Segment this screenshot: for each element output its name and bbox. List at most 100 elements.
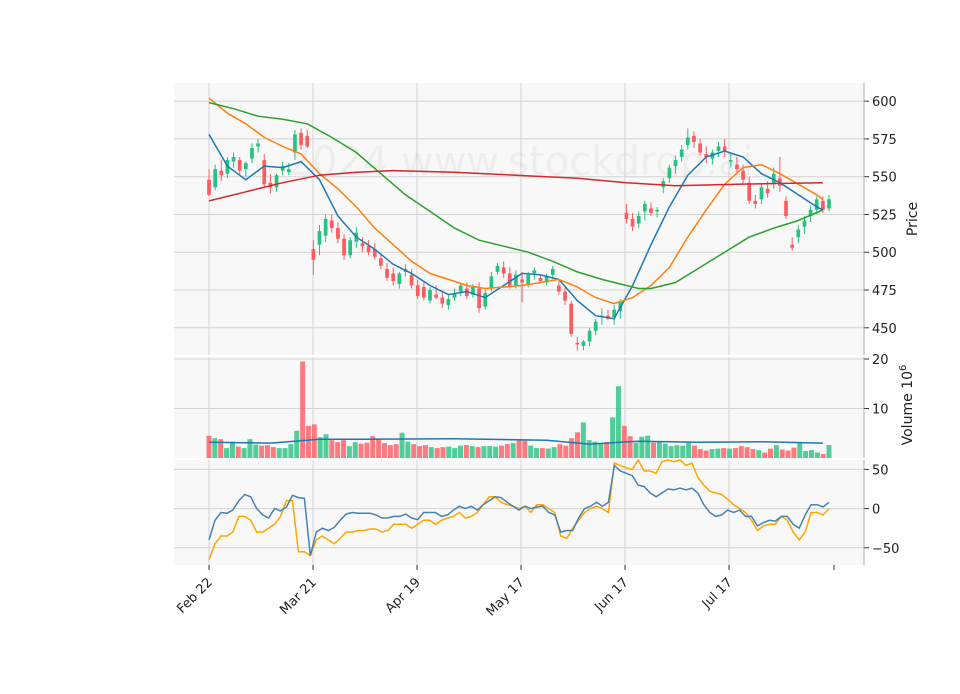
candle-body (624, 212, 629, 219)
volume-bar (744, 447, 750, 458)
oscillator-axis-tick-label: −50 (872, 542, 899, 557)
candle-body (342, 238, 346, 256)
candle-body (759, 187, 764, 200)
volume-bar (481, 446, 487, 458)
volume-bar (703, 450, 709, 458)
volume-bar (428, 447, 434, 458)
volume-bar (645, 435, 651, 458)
volume-bar (808, 450, 814, 458)
candle-body (643, 203, 647, 212)
candle-body (207, 179, 211, 195)
volume-bar (469, 446, 475, 458)
volume-bar (440, 447, 446, 458)
candle-body (520, 279, 524, 283)
candle-body (483, 293, 488, 307)
volume-bar (773, 445, 779, 458)
volume-bar (797, 443, 803, 458)
volume-bar (387, 445, 393, 458)
volume-bar (814, 452, 820, 458)
volume-bar (627, 436, 633, 458)
volume-bar (358, 443, 364, 458)
x-axis-tick-label: Jun 17 (592, 575, 632, 615)
volume-axis-label-text: Volume (900, 389, 916, 446)
candle-body (317, 231, 322, 245)
oscillator-axis-tick-label: 50 (872, 463, 889, 478)
candle-body (250, 147, 254, 159)
candle-body (305, 135, 310, 147)
volume-axis-exponent-base: 10 (900, 371, 916, 389)
candle-body (458, 285, 463, 292)
volume-bar (294, 430, 300, 458)
x-axis-tick-label: Jul 17 (699, 575, 736, 612)
volume-bar (598, 443, 604, 458)
volume-bar (276, 448, 282, 458)
volume-bar (551, 447, 557, 458)
volume-bar (580, 422, 586, 458)
volume-bar (569, 438, 575, 458)
candle-body (391, 273, 395, 281)
volume-bar (674, 445, 680, 458)
candle-body (434, 294, 438, 298)
candle-body (784, 200, 788, 216)
candle-body (311, 249, 316, 260)
volume-bar (709, 449, 715, 458)
candle-body (495, 265, 500, 272)
volume-bar (738, 446, 744, 458)
volume-bar (434, 448, 440, 458)
volume-bar (750, 449, 756, 458)
watermark: 2024 www.stockdrop.ai (286, 139, 753, 185)
volume-bar (399, 432, 405, 458)
candle-body (741, 170, 745, 180)
volume-bar (364, 442, 370, 458)
volume-bar (610, 417, 616, 458)
volume-bar (259, 445, 265, 458)
candle-body (716, 146, 721, 151)
candle-body (575, 342, 580, 345)
volume-bar (680, 445, 686, 458)
candle-body (667, 167, 672, 179)
volume-bar (411, 444, 417, 458)
volume-bar (247, 439, 253, 458)
candle-body (262, 160, 267, 185)
candle-body (765, 188, 770, 194)
volume-bar (662, 443, 668, 458)
candle-body (587, 330, 592, 342)
candle-body (446, 299, 451, 306)
volume-bar (721, 448, 727, 458)
volume-bar (762, 452, 768, 458)
volume-bar (633, 442, 639, 458)
candle-body (593, 321, 598, 331)
volume-bar (732, 448, 738, 458)
candle-body (532, 270, 537, 274)
chart-svg: 450 475 500 525 550 575 600 10 20 −50 0 50 2024 www.… (174, 83, 921, 619)
candle-body (366, 246, 371, 253)
volume-axis-exponent-power: 6 (898, 365, 909, 371)
oscillator-axis-tick-label: 0 (872, 503, 880, 518)
volume-bar (727, 448, 733, 458)
volume-bar (346, 446, 352, 458)
candle-body (219, 170, 224, 176)
volume-bar (241, 448, 247, 458)
volume-bar (768, 448, 773, 458)
price-panel (174, 83, 864, 355)
volume-bar (253, 444, 259, 458)
volume-bar (475, 447, 481, 458)
volume-bar (452, 448, 458, 458)
volume-bar (575, 432, 580, 458)
candle-body (348, 240, 353, 256)
volume-bar (329, 440, 335, 458)
volume-bar (282, 448, 288, 458)
volume-bar (212, 438, 218, 458)
candle-body (698, 143, 702, 153)
volume-bar (651, 442, 657, 458)
candle-body (415, 285, 420, 297)
candle-body (507, 273, 512, 286)
candle-body (440, 297, 445, 304)
candle-body (685, 137, 690, 145)
volume-bar (779, 449, 785, 458)
volume-bar (498, 445, 504, 458)
volume-bar (715, 448, 721, 458)
candle-body (735, 164, 739, 170)
volume-bar (235, 446, 241, 458)
volume-bar (604, 442, 610, 458)
